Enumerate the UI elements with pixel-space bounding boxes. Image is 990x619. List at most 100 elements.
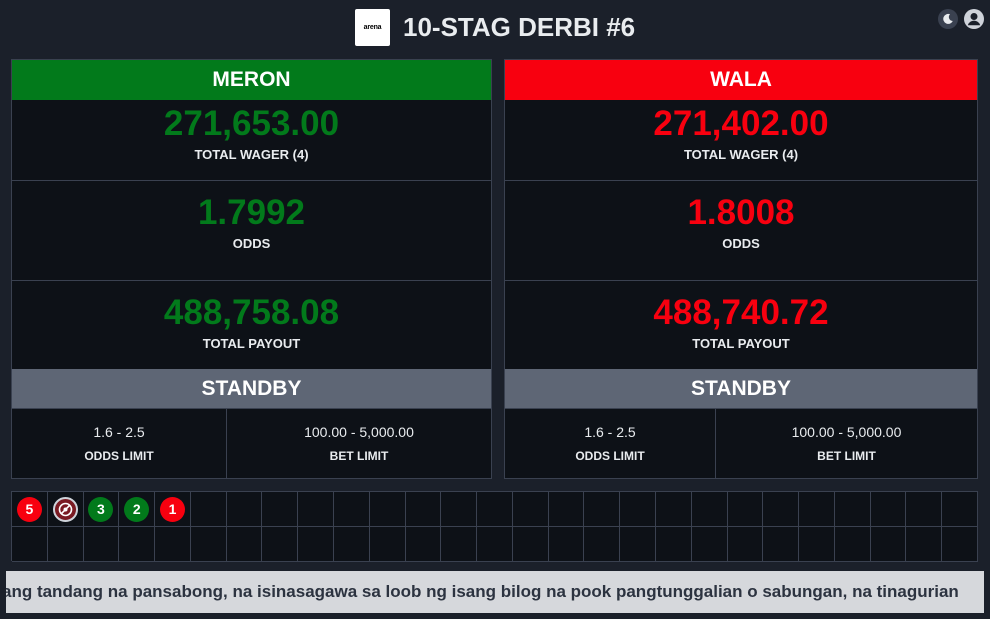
meron-odds: 1.7992 ODDS [12,181,491,281]
results-cell [691,492,728,527]
announcement-ticker: ang tandang na pansabong, na isinasagawa… [6,571,984,613]
result-ball-wala: 1 [159,496,185,522]
meron-total-wager-value: 271,653.00 [163,104,340,143]
results-cell [190,492,227,527]
results-cell [262,527,299,562]
results-cell [870,527,907,562]
results-cell [12,527,48,562]
results-cell [226,527,263,562]
meron-odds-limit-value: 1.6 - 2.5 [93,424,145,440]
wala-total-wager-label: TOTAL WAGER (4) [683,147,799,162]
results-cell [656,492,692,527]
meron-header: MERON [12,60,491,100]
results-cell: 2 [119,492,156,527]
results-cell [727,492,764,527]
wala-odds-limit: 1.6 - 2.5 ODDS LIMIT [505,409,716,478]
results-cell [942,492,978,527]
results-cell [584,492,621,527]
meron-odds-value: 1.7992 [197,193,306,232]
results-cell: 3 [83,492,120,527]
results-cell [405,527,442,562]
results-cell [405,492,442,527]
wala-bet-limit: 100.00 - 5,000.00 BET LIMIT [716,409,977,478]
results-cell [47,527,84,562]
user-menu-button[interactable] [964,9,984,29]
results-cell [512,492,549,527]
wala-odds-limit-label: ODDS LIMIT [575,449,645,463]
ticker-text: ang tandang na pansabong, na isinasagawa… [6,582,959,601]
meron-bet-limit-label: BET LIMIT [329,449,389,463]
meron-bet-limit: 100.00 - 5,000.00 BET LIMIT [227,409,491,478]
meron-total-payout-value: 488,758.08 [163,293,340,332]
meron-status-bar: STANDBY [12,369,491,408]
results-cell [477,527,513,562]
result-ball-meron: 2 [124,496,150,522]
results-cell [47,492,84,527]
results-cell [298,527,334,562]
results-cell [942,527,978,562]
user-icon [964,9,984,29]
result-ball-meron: 3 [88,496,114,522]
logo-text: arena [363,24,382,31]
meron-total-wager-label: TOTAL WAGER (4) [194,147,309,162]
meron-total-payout-label: TOTAL PAYOUT [202,336,301,351]
results-cell [691,527,728,562]
meron-panel: MERON 271,653.00 TOTAL WAGER (4) 1.7992 … [11,59,492,479]
results-cell [155,527,191,562]
results-cell [298,492,334,527]
header: arena 10-STAG DERBI #6 [0,0,990,58]
wala-total-payout: 488,740.72 TOTAL PAYOUT [505,281,977,369]
results-cell [512,527,549,562]
arena-logo: arena [355,9,390,46]
wala-total-payout-value: 488,740.72 [653,293,829,332]
theme-toggle-button[interactable] [938,9,958,29]
results-cell: 1 [155,492,191,527]
wala-header: WALA [505,60,977,100]
wala-odds-value: 1.8008 [687,193,795,232]
results-cell [906,492,943,527]
results-cell [548,527,585,562]
results-cell [620,527,656,562]
moon-icon [942,13,954,25]
wala-total-wager-value: 271,402.00 [653,104,829,143]
results-cell [369,492,406,527]
results-cell [906,527,943,562]
results-cell [870,492,907,527]
wala-odds-label: ODDS [722,236,760,251]
results-cell [834,492,871,527]
results-cell [656,527,692,562]
results-cell [262,492,299,527]
wala-panel: WALA 271,402.00 TOTAL WAGER (4) 1.8008 O… [504,59,978,479]
wala-odds: 1.8008 ODDS [505,181,977,281]
meron-odds-label: ODDS [232,236,271,251]
results-cell [369,527,406,562]
wala-bet-limit-value: 100.00 - 5,000.00 [791,424,902,440]
results-cell [584,527,621,562]
draw-icon [52,496,78,522]
results-cell [334,527,370,562]
results-cell [799,492,835,527]
meron-bet-limit-value: 100.00 - 5,000.00 [304,424,414,440]
page-title: 10-STAG DERBI #6 [403,12,636,42]
wala-bet-limit-label: BET LIMIT [817,449,876,463]
meron-odds-limit-label: ODDS LIMIT [84,449,154,463]
results-cell [799,527,835,562]
results-cell [334,492,370,527]
results-cell [441,492,478,527]
meron-odds-limit: 1.6 - 2.5 ODDS LIMIT [12,409,227,478]
results-cell: 5 [12,492,48,527]
results-cell [441,527,478,562]
wala-limits: 1.6 - 2.5 ODDS LIMIT 100.00 - 5,000.00 B… [505,408,977,478]
results-board: 5 321 [11,491,978,562]
results-cell [119,527,156,562]
results-cell [620,492,656,527]
results-cell [834,527,871,562]
wala-total-wager: 271,402.00 TOTAL WAGER (4) [505,100,977,181]
meron-total-wager: 271,653.00 TOTAL WAGER (4) [12,100,491,181]
results-cell [548,492,585,527]
meron-limits: 1.6 - 2.5 ODDS LIMIT 100.00 - 5,000.00 B… [12,408,491,478]
results-cell [226,492,263,527]
results-cell [763,527,800,562]
results-cell [727,527,764,562]
wala-total-payout-label: TOTAL PAYOUT [692,336,790,351]
